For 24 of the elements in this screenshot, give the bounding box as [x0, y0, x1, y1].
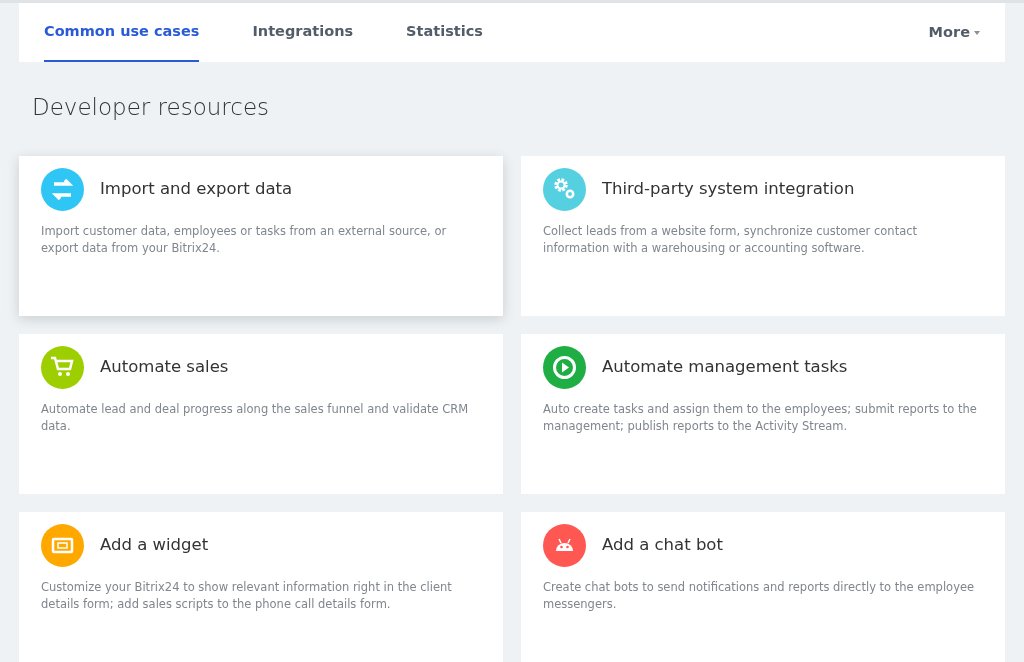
- card-title: Add a widget: [100, 533, 209, 556]
- card-description: Customize your Bitrix24 to show relevant information right in the client details form; add sales scripts to the phone call details form.: [41, 578, 453, 613]
- page-heading: Developer resources: [32, 93, 271, 122]
- card[interactable]: Add a chat bot Create chat bots to send notifications and reports directly to the employee messengers.: [521, 511, 1005, 662]
- card-title: Add a chat bot: [602, 533, 723, 556]
- card-title: Automate sales: [100, 355, 229, 378]
- card-description: Auto create tasks and assign them to the employees; submit reports to the management; publish reports to the Activity Stream.: [543, 400, 978, 435]
- tab[interactable]: Statistics: [406, 3, 483, 62]
- card-title: Import and export data: [100, 177, 293, 200]
- card[interactable]: Import and export data Import customer data, employees or tasks from an external source, or export data from your Bitrix24.: [19, 155, 503, 316]
- caret-icon: [974, 30, 980, 35]
- card-description: Collect leads from a website form, synchronize customer contact information with a warehousing or accounting software.: [543, 222, 919, 257]
- card-description: Import customer data, employees or tasks from an external source, or export data from your Bitrix24.: [41, 222, 448, 257]
- tab[interactable]: Common use cases: [44, 3, 200, 62]
- card[interactable]: Third-party system integration Collect leads from a website form, synchronize customer contact information with a warehousing or accounting software.: [521, 155, 1005, 316]
- card[interactable]: Automate management tasks Auto create tasks and assign them to the employees; submit reports to the management; publish reports to the Activity Stream.: [521, 333, 1005, 494]
- card-description: Create chat bots to send notifications and reports directly to the employee messengers.: [543, 578, 976, 613]
- card-title: Automate management tasks: [602, 355, 848, 378]
- tab[interactable]: Integrations: [252, 3, 354, 62]
- card-title: Third-party system integration: [602, 177, 855, 200]
- card[interactable]: Automate sales Automate lead and deal progress along the sales funnel and validate CRM data.: [19, 333, 503, 494]
- card[interactable]: Add a widget Customize your Bitrix24 to show relevant information right in the client details form; add sales scripts to the phone call details form.: [19, 511, 503, 662]
- more-dropdown[interactable]: More: [928, 21, 980, 44]
- card-description: Automate lead and deal progress along the sales funnel and validate CRM data.: [41, 400, 470, 435]
